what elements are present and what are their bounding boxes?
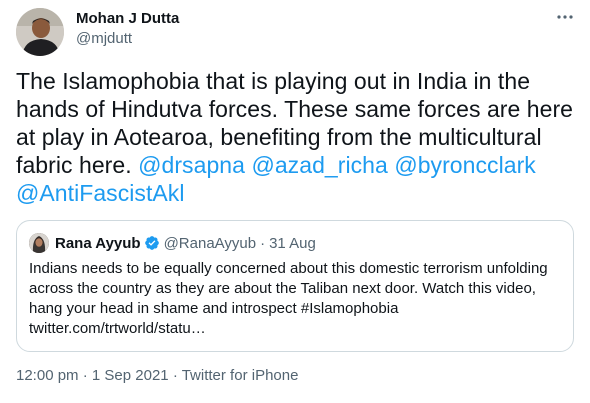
verified-badge-icon [144, 236, 159, 250]
meta-separator: · [82, 367, 88, 384]
author-avatar[interactable] [16, 8, 64, 56]
mention-link[interactable]: @byroncclark [394, 152, 536, 178]
quoted-tweet[interactable]: Rana Ayyub @RanaAyyub · 31 Aug Indians n… [16, 220, 574, 352]
more-options-icon[interactable] [554, 6, 576, 28]
quoted-tweet-header: Rana Ayyub @RanaAyyub · 31 Aug [29, 232, 316, 254]
tweet-time[interactable]: 12:00 pm [16, 367, 79, 384]
author-handle[interactable]: @mjdutt [76, 29, 179, 49]
author-name[interactable]: Mohan J Dutta [76, 9, 179, 29]
mention-link[interactable]: @drsapna [138, 152, 245, 178]
tweet-card: Mohan J Dutta @mjdutt The Islamophobia t… [0, 0, 590, 403]
author-block: Mohan J Dutta @mjdutt [76, 9, 179, 49]
mention-link[interactable]: @azad_richa [251, 152, 387, 178]
tweet-source[interactable]: Twitter for iPhone [182, 367, 299, 384]
quoted-avatar[interactable] [29, 233, 49, 253]
tweet-date[interactable]: 1 Sep 2021 [92, 367, 169, 384]
quoted-date[interactable]: 31 Aug [269, 235, 316, 252]
meta-separator: · [172, 367, 178, 384]
tweet-text: The Islamophobia that is playing out in … [16, 67, 576, 207]
quoted-profile-photo-icon [29, 233, 49, 253]
mention-link[interactable]: @AntiFascistAkl [16, 180, 185, 206]
tweet-metadata: 12:00 pm · 1 Sep 2021 · Twitter for iPho… [16, 366, 298, 386]
profile-photo-icon [16, 8, 64, 56]
quoted-author-name[interactable]: Rana Ayyub [55, 235, 141, 252]
quoted-tweet-text: Indians needs to be equally concerned ab… [29, 260, 548, 337]
quoted-author-handle[interactable]: @RanaAyyub [164, 235, 257, 252]
quoted-separator: · [260, 234, 266, 252]
